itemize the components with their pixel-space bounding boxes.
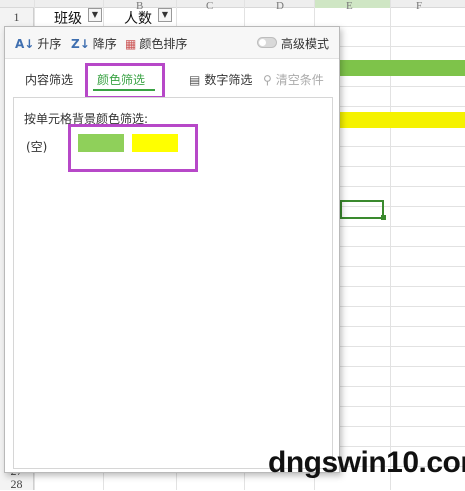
color-swatch-yellow[interactable] — [132, 134, 178, 152]
clear-conditions-label: 清空条件 — [275, 73, 324, 87]
sort-descending-button[interactable]: Z↓ 降序 — [71, 35, 117, 52]
sort-ascending-label: 升序 — [37, 37, 62, 51]
row-number-1[interactable]: 1 — [0, 8, 34, 26]
sort-descending-label: 降序 — [92, 37, 117, 51]
tab-content-filter[interactable]: 内容筛选 — [25, 71, 73, 88]
clear-conditions-button[interactable]: ⚲ 清空条件 — [263, 71, 324, 88]
sort-descending-icon: Z↓ — [71, 36, 90, 51]
number-filter-label: 数字筛选 — [204, 73, 253, 87]
column-header-strip — [0, 0, 465, 8]
selected-cell[interactable] — [340, 200, 384, 219]
column-letter-c[interactable]: C — [206, 0, 213, 12]
advanced-mode-label[interactable]: 高级模式 — [281, 35, 329, 52]
filter-dropdown-button[interactable]: ▼ — [158, 8, 172, 22]
color-sort-label: 颜色排序 — [139, 37, 188, 51]
header-cell-count[interactable]: 人数 — [124, 8, 152, 28]
advanced-mode-toggle[interactable] — [257, 37, 277, 48]
watermark-text: dngswin10.com — [268, 446, 465, 479]
color-sort-button[interactable]: ▦ 颜色排序 — [125, 35, 187, 52]
sort-ascending-icon: A↓ — [15, 36, 35, 51]
number-filter-icon: ▤ — [189, 72, 201, 87]
yellow-filled-row[interactable] — [340, 112, 465, 128]
filter-panel: A↓ 升序 Z↓ 降序 ▦ 颜色排序 高级模式 内容筛选 颜色筛选 ▤ 数字筛选… — [4, 26, 340, 473]
header-cell-class[interactable]: 班级 — [54, 8, 82, 28]
sort-ascending-button[interactable]: A↓ 升序 — [15, 35, 61, 52]
fill-handle[interactable] — [381, 215, 386, 220]
color-sort-icon: ▦ — [125, 36, 137, 51]
clear-filter-icon: ⚲ — [263, 72, 272, 87]
column-letter-d[interactable]: D — [276, 0, 284, 12]
row-number-28[interactable]: 28 — [0, 478, 34, 490]
filter-dropdown-button[interactable]: ▼ — [88, 8, 102, 22]
number-filter-button[interactable]: ▤ 数字筛选 — [189, 71, 252, 88]
column-letter-e[interactable]: E — [346, 0, 353, 12]
site-watermark: dngswin10.com — [268, 446, 465, 480]
green-filled-row[interactable] — [340, 60, 465, 76]
empty-option[interactable]: (空) — [26, 138, 47, 155]
sort-toolbar: A↓ 升序 Z↓ 降序 ▦ 颜色排序 高级模式 — [5, 27, 339, 59]
color-swatch-green[interactable] — [78, 134, 124, 152]
annotation-highlight-box — [85, 63, 165, 99]
column-letter-f[interactable]: F — [416, 0, 422, 12]
color-filter-content: 按单元格背景颜色筛选: (空) — [13, 97, 333, 469]
